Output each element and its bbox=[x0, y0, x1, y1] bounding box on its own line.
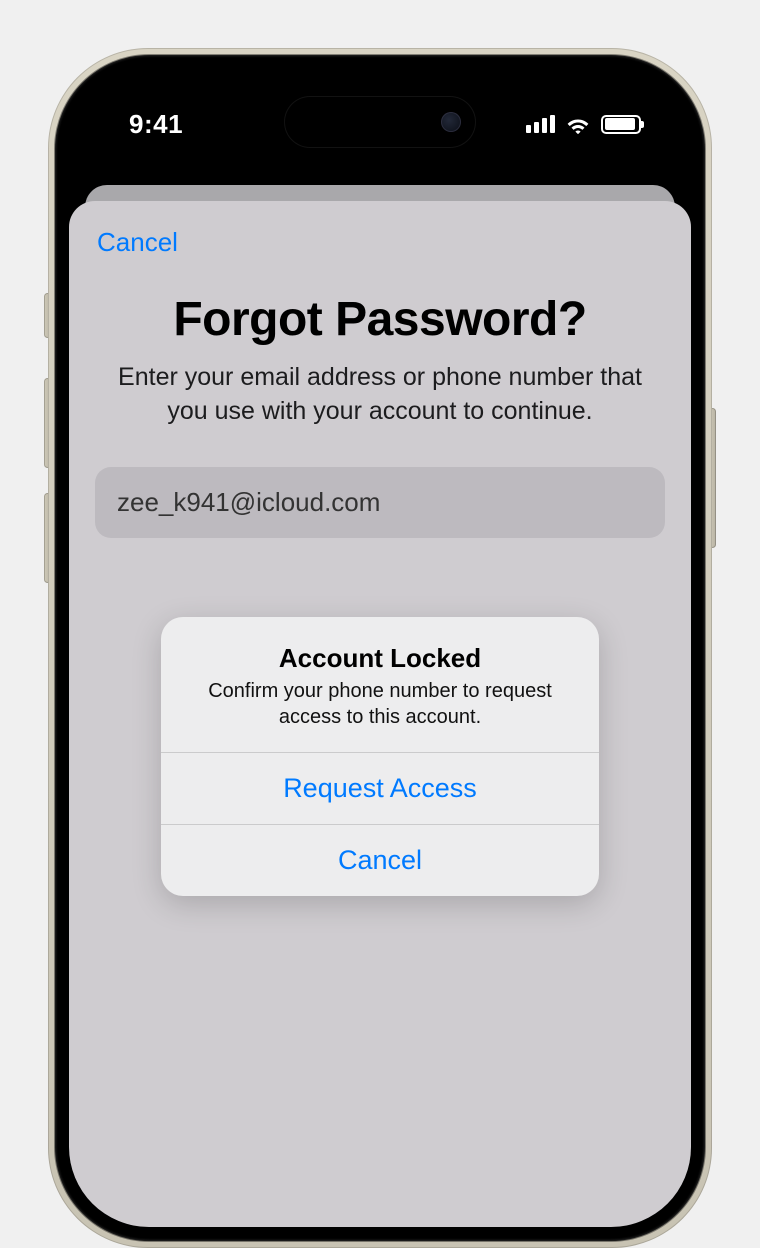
wifi-icon bbox=[565, 114, 591, 134]
alert-message: Confirm your phone number to request acc… bbox=[187, 678, 573, 730]
cancel-button[interactable]: Cancel bbox=[95, 225, 178, 258]
account-locked-alert: Account Locked Confirm your phone number… bbox=[161, 617, 599, 896]
phone-device: 9:41 Cancel bbox=[48, 48, 712, 1248]
alert-title: Account Locked bbox=[187, 643, 573, 674]
cellular-signal-icon bbox=[526, 115, 555, 133]
phone-frame: 9:41 Cancel bbox=[48, 48, 712, 1248]
page-description: Enter your email address or phone number… bbox=[95, 361, 665, 429]
battery-icon bbox=[601, 115, 641, 134]
phone-screen: 9:41 Cancel bbox=[69, 69, 691, 1227]
status-time: 9:41 bbox=[129, 109, 183, 140]
status-indicators bbox=[526, 114, 641, 134]
dynamic-island bbox=[285, 97, 475, 147]
alert-cancel-button[interactable]: Cancel bbox=[161, 824, 599, 896]
email-field[interactable] bbox=[95, 467, 665, 538]
page-title: Forgot Password? bbox=[95, 292, 665, 347]
phone-inner-frame: 9:41 Cancel bbox=[55, 55, 705, 1241]
request-access-button[interactable]: Request Access bbox=[161, 752, 599, 824]
battery-fill bbox=[605, 118, 635, 130]
front-camera bbox=[441, 112, 461, 132]
alert-header: Account Locked Confirm your phone number… bbox=[161, 617, 599, 752]
